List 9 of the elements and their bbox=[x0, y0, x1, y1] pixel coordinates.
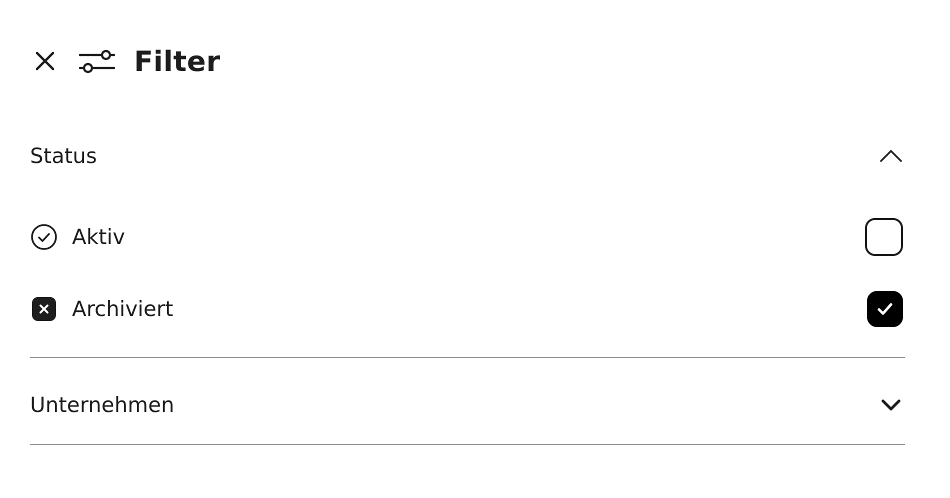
checkbox[interactable] bbox=[865, 218, 903, 256]
section-header[interactable]: Unternehmen bbox=[30, 376, 905, 434]
section-header[interactable]: Status bbox=[30, 127, 905, 185]
checkbox[interactable] bbox=[867, 291, 903, 327]
check-circle-icon bbox=[30, 223, 58, 251]
option-label: Aktiv bbox=[72, 225, 126, 249]
option-label: Archiviert bbox=[72, 297, 174, 321]
x-square-icon bbox=[30, 295, 58, 323]
panel-title: Filter bbox=[134, 44, 220, 78]
